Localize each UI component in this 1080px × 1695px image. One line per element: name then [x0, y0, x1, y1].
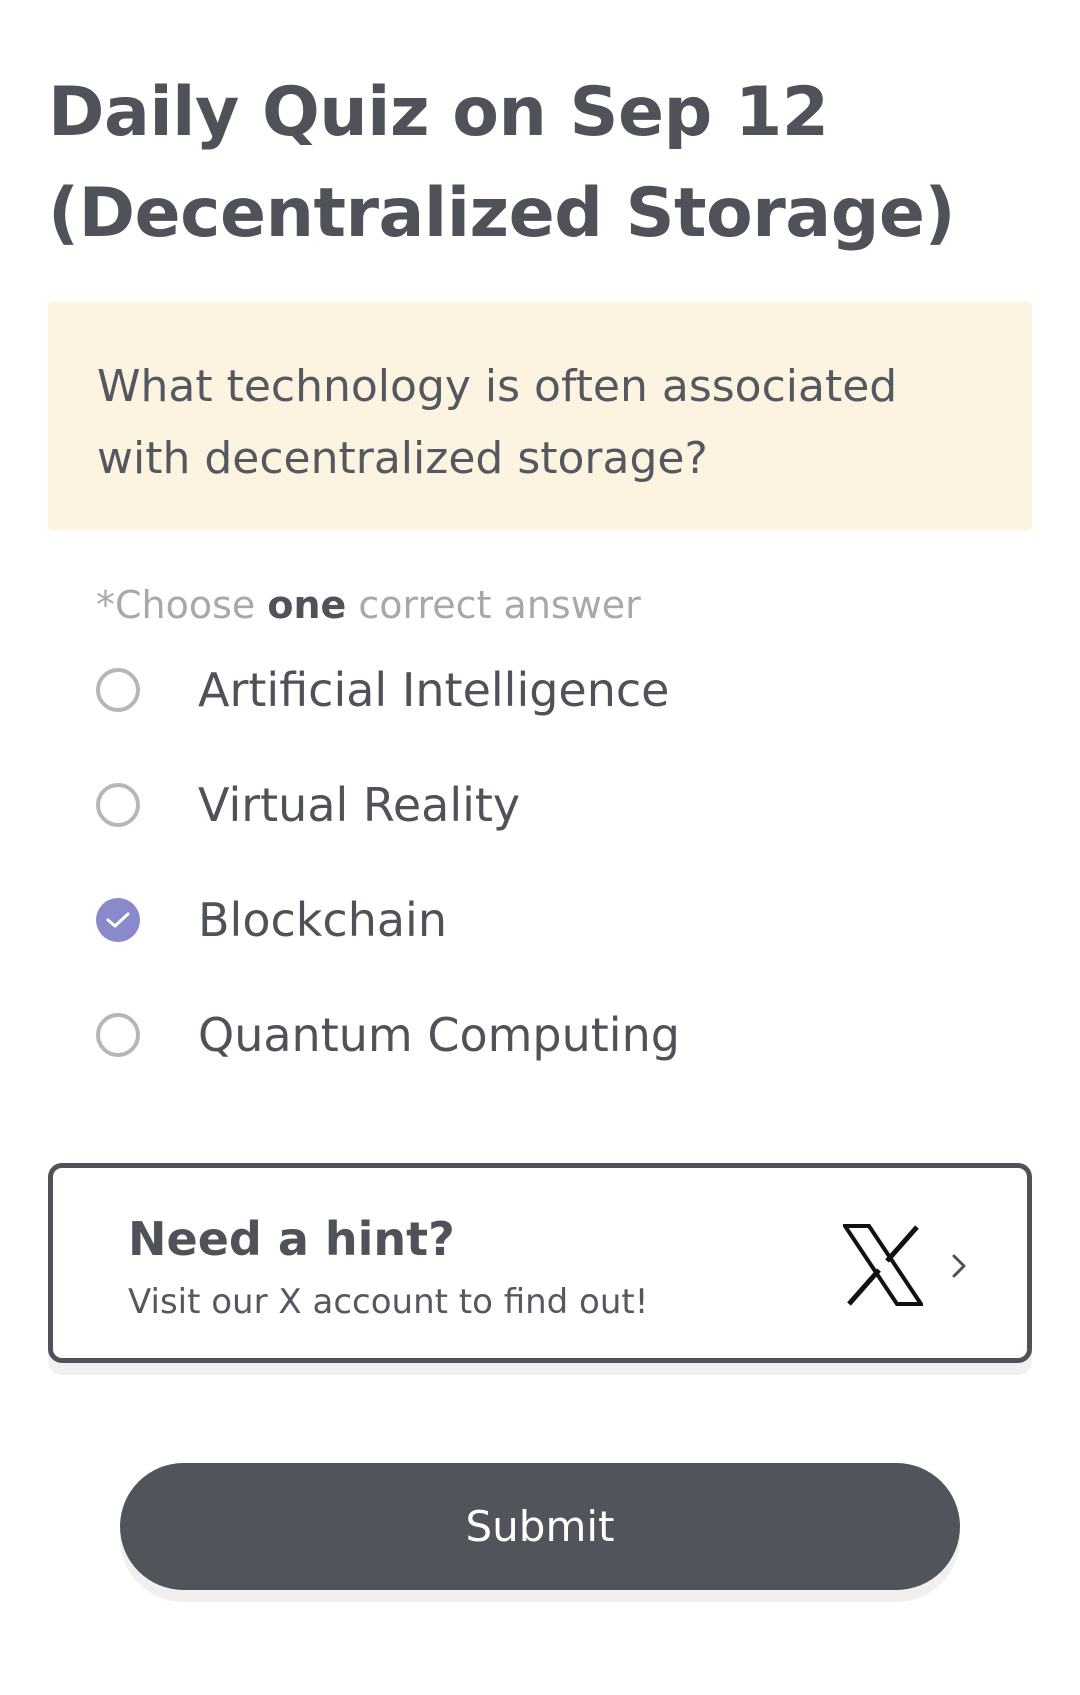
instruction-suffix: correct answer: [346, 583, 641, 627]
hint-card[interactable]: Need a hint? Visit our X account to find…: [48, 1163, 1032, 1363]
hint-subtitle: Visit our X account to find out!: [128, 1282, 649, 1322]
x-logo-icon: [843, 1224, 923, 1306]
radio-checked-icon[interactable]: [96, 897, 140, 942]
checkmark-icon: [106, 912, 130, 927]
answer-instruction: *Choose one correct answer: [96, 580, 641, 630]
question-text: What technology is often associated with…: [97, 361, 898, 484]
option-virtual-reality[interactable]: Virtual Reality: [96, 747, 996, 862]
hint-title: Need a hint?: [128, 1212, 455, 1266]
chevron-right-icon: [952, 1254, 966, 1278]
submit-button[interactable]: Submit: [120, 1463, 960, 1590]
radio-unchecked-icon[interactable]: [96, 667, 140, 712]
option-label: Virtual Reality: [198, 777, 521, 832]
instruction-emphasis: one: [267, 583, 347, 627]
option-label: Quantum Computing: [198, 1007, 680, 1062]
option-quantum-computing[interactable]: Quantum Computing: [96, 977, 996, 1092]
option-blockchain[interactable]: Blockchain: [96, 862, 996, 977]
answer-options: Artificial Intelligence Virtual Reality …: [96, 632, 996, 1092]
option-label: Artificial Intelligence: [198, 662, 670, 717]
quiz-page: Daily Quiz on Sep 12 (Decentralized Stor…: [0, 0, 1080, 1695]
question-box: What technology is often associated with…: [48, 302, 1032, 530]
option-artificial-intelligence[interactable]: Artificial Intelligence: [96, 632, 996, 747]
instruction-prefix: *Choose: [96, 583, 268, 627]
radio-unchecked-icon[interactable]: [96, 782, 140, 827]
radio-unchecked-icon[interactable]: [96, 1012, 140, 1057]
page-title: Daily Quiz on Sep 12 (Decentralized Stor…: [48, 73, 956, 253]
option-label: Blockchain: [198, 892, 447, 947]
